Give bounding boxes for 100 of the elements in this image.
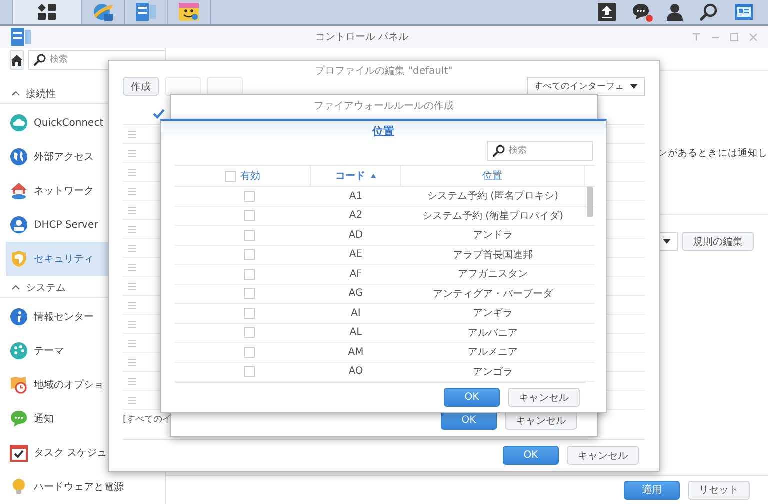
- checkbox[interactable]: [244, 230, 254, 241]
- checkbox[interactable]: [244, 346, 254, 358]
- table-cell: AI: [351, 308, 361, 319]
- table-cell-text: アンゴラ: [473, 366, 513, 379]
- shield-icon: [10, 250, 28, 268]
- control-panel-icon: [135, 2, 157, 22]
- table-cell: AE: [349, 249, 363, 260]
- table-cell: A1: [349, 190, 363, 202]
- edit-rules-button[interactable]: 規則の編集: [682, 232, 754, 251]
- globe-icon: [92, 2, 114, 22]
- cancel-button[interactable]: キャンセル: [508, 388, 580, 407]
- home-button[interactable]: [10, 50, 24, 70]
- column-header[interactable]: コード: [336, 169, 366, 183]
- checkbox[interactable]: [153, 108, 164, 120]
- search-icon: [700, 3, 718, 21]
- taskbar-app-button[interactable]: [12, 0, 82, 24]
- drag-handle-icon: [128, 244, 136, 252]
- sidebar-item[interactable]: テーマ: [0, 334, 165, 368]
- drag-handle-icon: [128, 320, 136, 328]
- checkbox[interactable]: [224, 170, 236, 182]
- table-cell: AF: [350, 268, 362, 280]
- table-cell: A2: [349, 210, 363, 222]
- cancel-button[interactable]: キャンセル: [567, 446, 639, 465]
- maximize-icon: [730, 32, 739, 42]
- table-cell-text: アルバニア: [468, 326, 518, 340]
- table-cell-text: アンギラ: [473, 307, 513, 320]
- user-icon: [666, 3, 684, 21]
- checkbox[interactable]: [244, 327, 254, 338]
- widget-icon: [734, 3, 754, 21]
- close-icon: [749, 32, 758, 42]
- dialog-title: 位置: [372, 124, 394, 138]
- sidebar-item[interactable]: 外部アクセス: [0, 140, 165, 174]
- house-icon: [10, 182, 28, 200]
- map-clock-icon: [10, 376, 28, 394]
- column-header[interactable]: 位置: [482, 169, 502, 183]
- table-cell: AD: [348, 230, 364, 241]
- table-cell-text: アラブ首長国連邦: [453, 248, 533, 262]
- grid-icon: [37, 3, 57, 21]
- window-title: コントロール パネル: [314, 31, 410, 44]
- drag-handle-icon: [128, 282, 136, 290]
- search-icon: [34, 54, 46, 66]
- toolbar-button[interactable]: 作成: [123, 77, 159, 96]
- drag-handle-icon: [128, 130, 136, 138]
- search-field[interactable]: 検索: [28, 50, 165, 70]
- checkbox[interactable]: [244, 249, 254, 260]
- table-cell: AO: [348, 366, 364, 378]
- column-header[interactable]: 有効: [240, 169, 260, 183]
- drag-handle-icon: [128, 264, 136, 270]
- checkbox[interactable]: [244, 288, 254, 300]
- drag-handle-icon: [128, 340, 136, 346]
- sidebar-item[interactable]: タスク スケジュ: [0, 436, 165, 470]
- reset-button[interactable]: リセット: [688, 480, 750, 500]
- notification-dot: [646, 15, 653, 22]
- info-icon: [10, 308, 28, 326]
- table-cell-text: アフガニスタン: [458, 268, 528, 282]
- palette-icon: [10, 342, 28, 360]
- drag-handle-icon: [128, 150, 136, 156]
- light-bulb-icon: [10, 478, 28, 496]
- cloud-icon: [10, 114, 28, 132]
- search-icon: [493, 145, 505, 157]
- chevron-icon: [12, 285, 20, 290]
- checkbox[interactable]: [244, 366, 254, 378]
- upload-icon: [598, 3, 616, 21]
- checkbox[interactable]: [244, 190, 254, 202]
- calendar-check-icon: [10, 444, 28, 462]
- scrollbar-thumb[interactable]: [587, 187, 593, 217]
- checkbox[interactable]: [244, 268, 254, 280]
- drag-handle-icon: [128, 302, 136, 308]
- search-field[interactable]: 検索: [487, 141, 593, 161]
- section-header[interactable]: システム: [26, 280, 66, 294]
- caret-icon: [663, 239, 671, 244]
- checkbox[interactable]: [244, 308, 254, 319]
- sidebar-item[interactable]: ネットワーク: [0, 174, 165, 208]
- table-cell: AM: [348, 346, 364, 358]
- chat-bubble-icon: [10, 410, 28, 428]
- sidebar-item[interactable]: QuickConnect: [0, 106, 165, 140]
- section-header[interactable]: 接続性: [26, 86, 56, 100]
- caret-icon: [630, 84, 638, 89]
- chat-icon: [632, 3, 650, 21]
- search-field[interactable]: 検索: [509, 142, 587, 160]
- drag-handle-icon: [128, 188, 136, 194]
- table-cell: AL: [350, 327, 362, 338]
- smiley-icon: [178, 2, 200, 22]
- chevron-icon: [12, 91, 20, 96]
- sidebar-item[interactable]: 情報センター: [0, 300, 165, 334]
- sidebar-item[interactable]: ハードウェアと電源: [0, 470, 165, 504]
- home-icon: [11, 54, 23, 66]
- drag-handle-icon: [128, 396, 136, 404]
- search-field[interactable]: 検索: [50, 51, 165, 69]
- sidebar-item[interactable]: DHCP Server: [0, 208, 165, 242]
- globe-icon: [10, 148, 28, 166]
- sidebar-item[interactable]: 地域のオプショ: [0, 368, 165, 402]
- table-cell-text: アルメニア: [468, 346, 518, 360]
- table-cell-text: システム予約 (衛星プロバイダ): [422, 210, 564, 223]
- dialog-title: ファイアウォールルールの作成: [314, 100, 454, 112]
- table-cell-text: アンティグア・バーブーダ: [433, 288, 553, 301]
- server-icon: [10, 216, 28, 234]
- checkbox[interactable]: [244, 210, 254, 222]
- table-cell: AG: [348, 288, 364, 300]
- drag-handle-icon: [128, 206, 136, 214]
